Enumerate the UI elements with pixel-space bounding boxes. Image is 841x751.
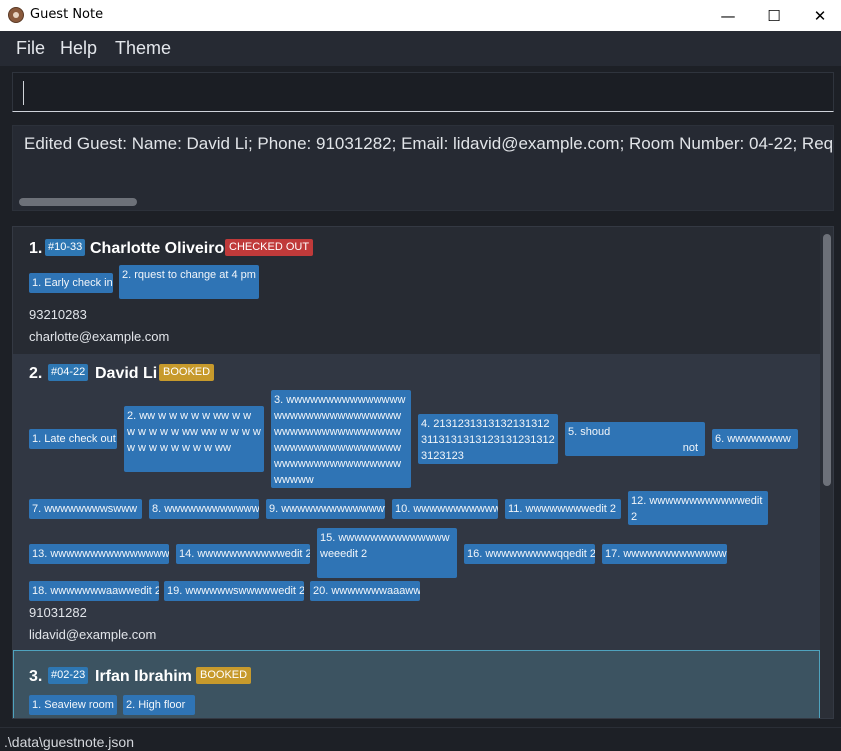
menu-bar: File Help Theme [0,31,841,66]
request-text: 5. shoud [568,426,611,438]
menu-theme[interactable]: Theme [115,38,171,59]
result-horizontal-scrollbar[interactable] [13,194,833,210]
menu-help[interactable]: Help [60,38,97,59]
guest-email: lidavid@example.com [29,627,157,642]
request-tag: 10. wwwwwwwwwww [392,499,498,519]
request-tag: 6. wwwwwwww [712,429,798,449]
guest-note-window: Guest Note — ☐ ✕ File Help Theme Edited … [0,0,841,751]
request-tag: 19. wwwwwwswwwwwedit 2 [164,581,304,601]
command-area [0,66,841,118]
request-tag: 2. rquest to change at 4 pm [119,265,259,299]
guest-phone: 91031282 [29,605,87,620]
request-tag: 7. wwwwwwwwswww [29,499,142,519]
guest-list-scrollbar-thumb[interactable] [823,234,831,486]
guest-list-vertical-scrollbar[interactable] [820,227,833,718]
request-tag: 3. wwwwwwwwwwwwwwwwwwwwwwwwwwwwwwwwwwwww… [271,390,411,488]
request-tag: 9. wwwwwwwwwwwwww [266,499,385,519]
result-message: Edited Guest: Name: David Li; Phone: 910… [24,134,834,153]
room-number-tag: #04-22 [48,364,89,381]
guest-card[interactable]: 1. #10-33 Charlotte Oliveiro CHECKED OUT… [13,227,820,354]
request-text-continued: not [682,442,698,454]
text-caret [23,81,24,105]
room-number-tag: #02-23 [48,667,89,684]
result-scrollbar-thumb[interactable] [19,198,137,206]
room-number-tag: #10-33 [45,239,86,256]
data-file-path: .\data\guestnote.json [4,734,134,750]
request-tag: 4. 2131231313132131312311313131312313123… [418,414,558,464]
status-bar: .\data\guestnote.json [0,727,841,751]
app-logo-icon [8,7,24,23]
guest-card[interactable]: 2. #04-22 David Li BOOKED 1. Late check … [13,354,820,650]
menu-file[interactable]: File [16,38,45,59]
request-tag: 13. wwwwwwwwwwwwwwww [29,544,169,564]
guest-index: 3. [29,668,43,685]
result-display-area: Edited Guest: Name: David Li; Phone: 910… [0,118,841,218]
minimize-button[interactable]: — [705,0,751,31]
guest-index: 2. [29,365,43,382]
request-tag: 1. Late check out [29,429,117,449]
command-box [12,72,834,112]
status-badge: CHECKED OUT [225,239,314,256]
status-badge: BOOKED [196,667,252,684]
guest-card-selected[interactable]: 3. #02-23 Irfan Ibrahim BOOKED 1. Seavie… [13,650,820,718]
guest-phone: 93210283 [29,307,87,322]
status-badge: BOOKED [159,364,215,381]
request-tag: 15. wwwwwwwwwwwwwwweeedit 2 [317,528,457,578]
request-tag: 14. wwwwwwwwwwwedit 2 [176,544,310,564]
guest-name: Irfan Ibrahim [95,668,192,685]
request-tag: 5. shoud not [565,422,705,456]
request-tag: 12. wwwwwwwwwwwwedit 2 [628,491,768,525]
maximize-button[interactable]: ☐ [751,0,797,31]
title-bar: Guest Note — ☐ ✕ [0,0,841,31]
request-tag: 8. wwwwwwwwwwww [149,499,259,519]
close-button[interactable]: ✕ [797,0,841,31]
guest-list[interactable]: 1. #10-33 Charlotte Oliveiro CHECKED OUT… [12,226,834,719]
request-tag: 1. Early check in [29,273,113,293]
guest-index: 1. [29,240,43,257]
request-tag: 2. ww w w w w w ww w w w w w w w ww ww w… [124,406,264,472]
guest-list-area: 1. #10-33 Charlotte Oliveiro CHECKED OUT… [0,218,841,727]
request-tag: 11. wwwwwwwwedit 2 [505,499,621,519]
guest-name: Charlotte Oliveiro [90,240,225,257]
guest-email: charlotte@example.com [29,329,170,344]
request-tag: 20. wwwwwwwaaaww [310,581,420,601]
command-input[interactable] [13,73,833,111]
request-tag: 2. High floor [123,695,195,715]
request-tag: 17. wwwwwwwwwwwwwee [602,544,727,564]
request-tag: 16. wwwwwwwwwqqedit 2 [464,544,595,564]
guest-name: David Li [95,365,158,382]
window-title: Guest Note [30,7,104,22]
request-tag: 1. Seaview room [29,695,117,715]
request-tag: 18. wwwwwwwaawwedit 2 [29,581,159,601]
result-display: Edited Guest: Name: David Li; Phone: 910… [12,125,834,211]
